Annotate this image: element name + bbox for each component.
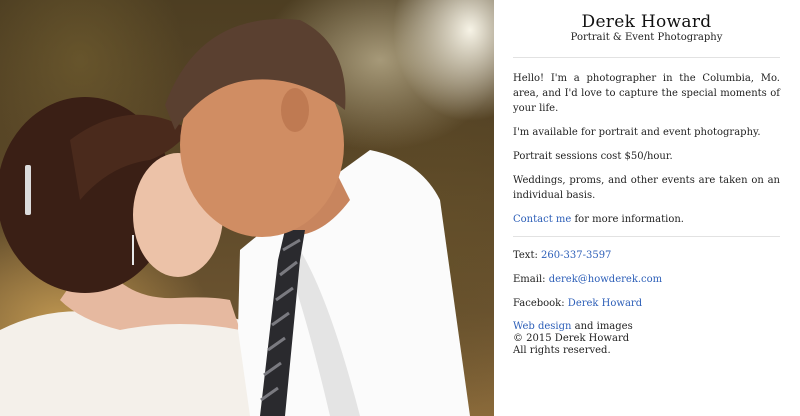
phone-link[interactable]: 260-337-3597 [541,250,611,261]
facebook-label: Facebook: [513,298,568,309]
facebook-line: Facebook: Derek Howard [513,297,780,311]
contact-me-link[interactable]: Contact me [513,214,571,225]
copyright-text: © 2015 Derek Howard [513,333,630,344]
events-paragraph: Weddings, proms, and other events are ta… [513,175,780,201]
contact-suffix: for more information. [571,214,684,225]
availability-paragraph: I'm available for portrait and event pho… [513,127,761,138]
couple-photo-illustration [0,19,470,416]
site-tagline: Portrait & Event Photography [570,32,723,43]
intro-paragraph: Hello! I'm a photographer in the Columbi… [513,73,780,114]
web-design-suffix: and images [571,321,633,332]
footer: Web design and images © 2015 Derek Howar… [513,321,780,357]
rights-text: All rights reserved. [513,345,611,356]
divider [513,57,780,58]
contact-paragraph: Contact me for more information. [513,212,780,227]
phone-line: Text: 260-337-3597 [513,249,780,263]
info-panel: Derek Howard Portrait & Event Photograph… [494,0,800,416]
email-link[interactable]: derek@howderek.com [549,274,662,285]
phone-label: Text: [513,250,542,261]
web-design-line: Web design and images [513,321,780,333]
email-line: Email: derek@howderek.com [513,273,780,287]
divider [513,236,780,237]
pricing-paragraph: Portrait sessions cost $50/hour. [513,151,673,162]
hero-photo [0,0,494,416]
web-design-link[interactable]: Web design [513,321,571,332]
email-label: Email: [513,274,549,285]
site-title: Derek Howard [581,12,712,32]
facebook-link[interactable]: Derek Howard [568,298,642,309]
